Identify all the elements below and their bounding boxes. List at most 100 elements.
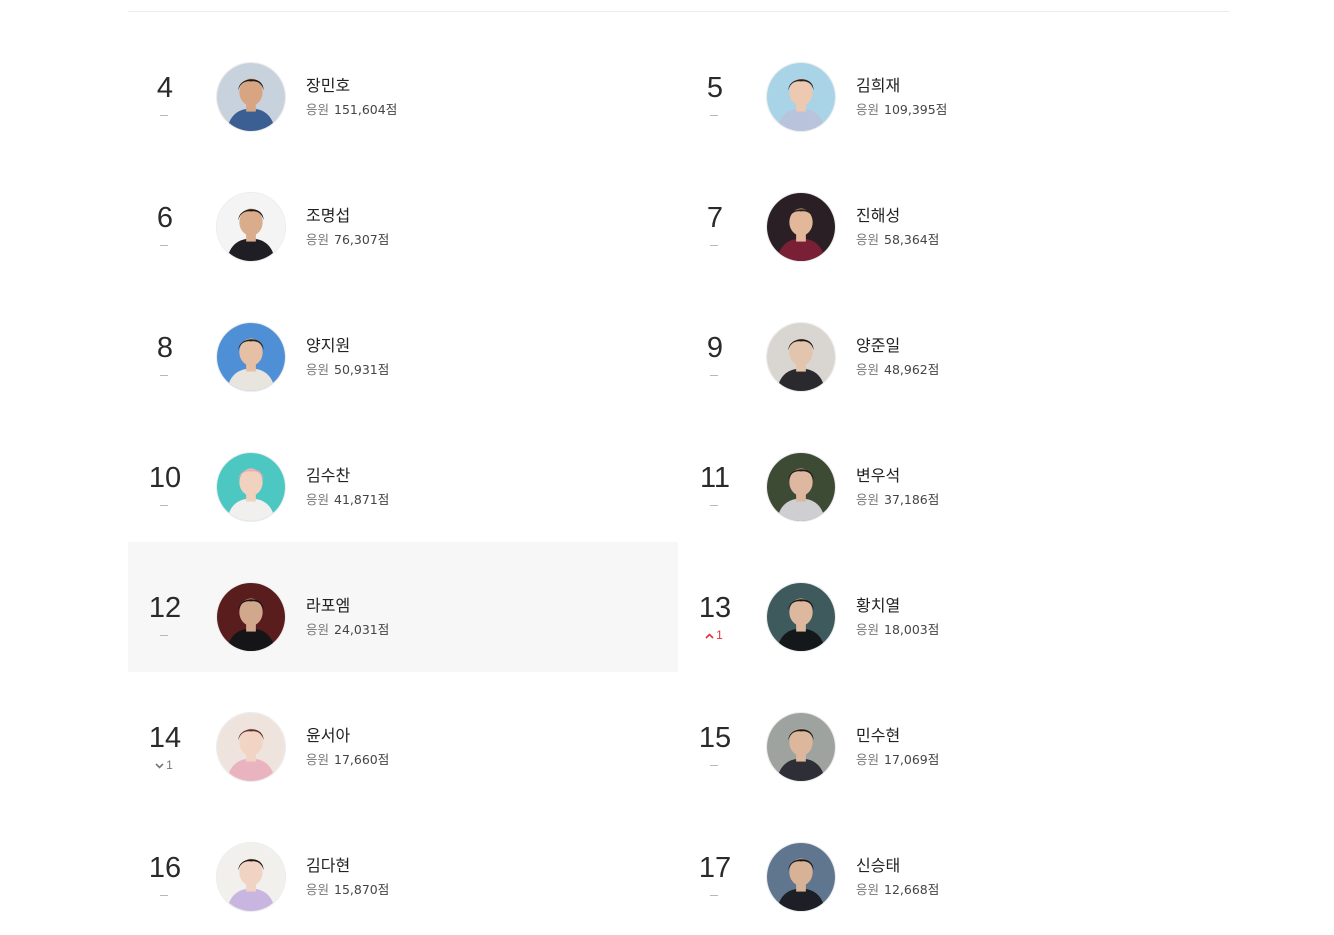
score-unit: 점	[377, 362, 390, 377]
artist-name[interactable]: 양준일	[856, 336, 900, 356]
artist-name[interactable]: 변우석	[856, 466, 900, 486]
portrait-image	[217, 453, 285, 521]
support-score: 응원 58,364점	[856, 232, 939, 248]
avatar[interactable]	[766, 842, 836, 912]
portrait-image	[767, 843, 835, 911]
no-change-icon	[160, 115, 168, 117]
ranking-entry[interactable]: 4 장민호응원 151,604점	[128, 22, 678, 152]
portrait-image	[767, 713, 835, 781]
ranking-entry[interactable]: 15 민수현 응원 17,069점	[678, 672, 1228, 802]
rank-change: 1	[678, 628, 750, 642]
score-label: 응원	[306, 362, 330, 377]
rank-change	[128, 498, 200, 512]
avatar[interactable]	[216, 712, 286, 782]
portrait-image	[217, 193, 285, 261]
ranking-entry[interactable]: 16 김다현응원 15,870점	[128, 802, 678, 932]
ranking-entry[interactable]: 7 진해성응원 58,364점	[678, 152, 1228, 282]
artist-name[interactable]: 김희재	[856, 76, 900, 96]
no-change-icon	[160, 245, 168, 247]
ranking-entry[interactable]: 8 양지원 응원 50,931점	[128, 282, 678, 412]
avatar[interactable]	[766, 452, 836, 522]
score-unit: 점	[377, 232, 390, 247]
score-unit: 점	[377, 752, 390, 767]
rank-number: 5	[706, 72, 724, 104]
avatar[interactable]	[216, 582, 286, 652]
score-label: 응원	[306, 492, 330, 507]
artist-name[interactable]: 신승태	[856, 856, 900, 876]
score-value: 24,031	[334, 622, 378, 637]
ranking-entry[interactable]: 5 김희재응원 109,395점	[678, 22, 1228, 152]
score-value: 48,962	[884, 362, 928, 377]
ranking-entry[interactable]: 10 김수찬응원 41,871점	[128, 412, 678, 542]
score-value: 58,364	[884, 232, 928, 247]
rank-number: 16	[148, 852, 182, 884]
no-change-icon	[160, 895, 168, 897]
artist-name[interactable]: 윤서아	[306, 726, 350, 746]
rank-change: 1	[128, 758, 200, 772]
ranking-entry[interactable]: 12 라포엠응원 24,031점	[128, 542, 678, 672]
ranking-entry[interactable]: 11 변우석 응원 37,186점	[678, 412, 1228, 542]
rank-change	[678, 368, 750, 382]
support-score: 응원 15,870점	[306, 882, 389, 898]
artist-name[interactable]: 조명섭	[306, 206, 350, 226]
avatar[interactable]	[766, 322, 836, 392]
rank-number: 7	[706, 202, 724, 234]
avatar[interactable]	[216, 322, 286, 392]
rank-change	[128, 108, 200, 122]
avatar[interactable]	[766, 712, 836, 782]
artist-name[interactable]: 황치열	[856, 596, 900, 616]
portrait-image	[767, 583, 835, 651]
ranking-entry[interactable]: 13 1 황치열 응원 18,003점	[678, 542, 1228, 672]
no-change-icon	[710, 765, 718, 767]
artist-name[interactable]: 김수찬	[306, 466, 350, 486]
artist-name[interactable]: 장민호	[306, 76, 350, 96]
score-label: 응원	[306, 102, 330, 117]
ranking-entry[interactable]: 9 양준일 응원 48,962점	[678, 282, 1228, 412]
rank-change	[678, 888, 750, 902]
ranking-entry[interactable]: 14 1 윤서아 응원 17,660점	[128, 672, 678, 802]
no-change-icon	[710, 505, 718, 507]
avatar[interactable]	[216, 452, 286, 522]
support-score: 응원 17,069점	[856, 752, 939, 768]
score-value: 37,186	[884, 492, 928, 507]
avatar[interactable]	[766, 192, 836, 262]
rank-number: 10	[148, 462, 182, 494]
ranking-entry[interactable]: 6 조명섭 응원 76,307점	[128, 152, 678, 282]
support-score: 응원 151,604점	[306, 102, 397, 118]
score-value: 15,870	[334, 882, 378, 897]
avatar[interactable]	[216, 62, 286, 132]
support-score: 응원 24,031점	[306, 622, 389, 638]
rank-change	[678, 238, 750, 252]
artist-name[interactable]: 민수현	[856, 726, 900, 746]
score-value: 50,931	[334, 362, 378, 377]
no-change-icon	[160, 505, 168, 507]
portrait-image	[767, 453, 835, 521]
score-unit: 점	[377, 492, 390, 507]
support-score: 응원 109,395점	[856, 102, 947, 118]
rank-change	[678, 758, 750, 772]
score-label: 응원	[856, 622, 880, 637]
rank-number: 12	[148, 592, 182, 624]
rank-number: 4	[156, 72, 174, 104]
avatar[interactable]	[216, 192, 286, 262]
rank-change	[128, 238, 200, 252]
score-unit: 점	[377, 622, 390, 637]
avatar[interactable]	[766, 62, 836, 132]
rank-change-value: 1	[166, 758, 173, 772]
artist-name[interactable]: 진해성	[856, 206, 900, 226]
score-value: 41,871	[334, 492, 378, 507]
rank-number: 13	[698, 592, 732, 624]
score-label: 응원	[306, 622, 330, 637]
rank-change	[678, 498, 750, 512]
score-unit: 점	[927, 492, 940, 507]
artist-name[interactable]: 양지원	[306, 336, 350, 356]
no-change-icon	[710, 245, 718, 247]
artist-name[interactable]: 김다현	[306, 856, 350, 876]
artist-name[interactable]: 라포엠	[306, 596, 350, 616]
ranking-entry[interactable]: 17 신승태 응원 12,668점	[678, 802, 1228, 932]
portrait-image	[217, 323, 285, 391]
score-unit: 점	[927, 882, 940, 897]
avatar[interactable]	[216, 842, 286, 912]
rank-number: 17	[698, 852, 732, 884]
avatar[interactable]	[766, 582, 836, 652]
